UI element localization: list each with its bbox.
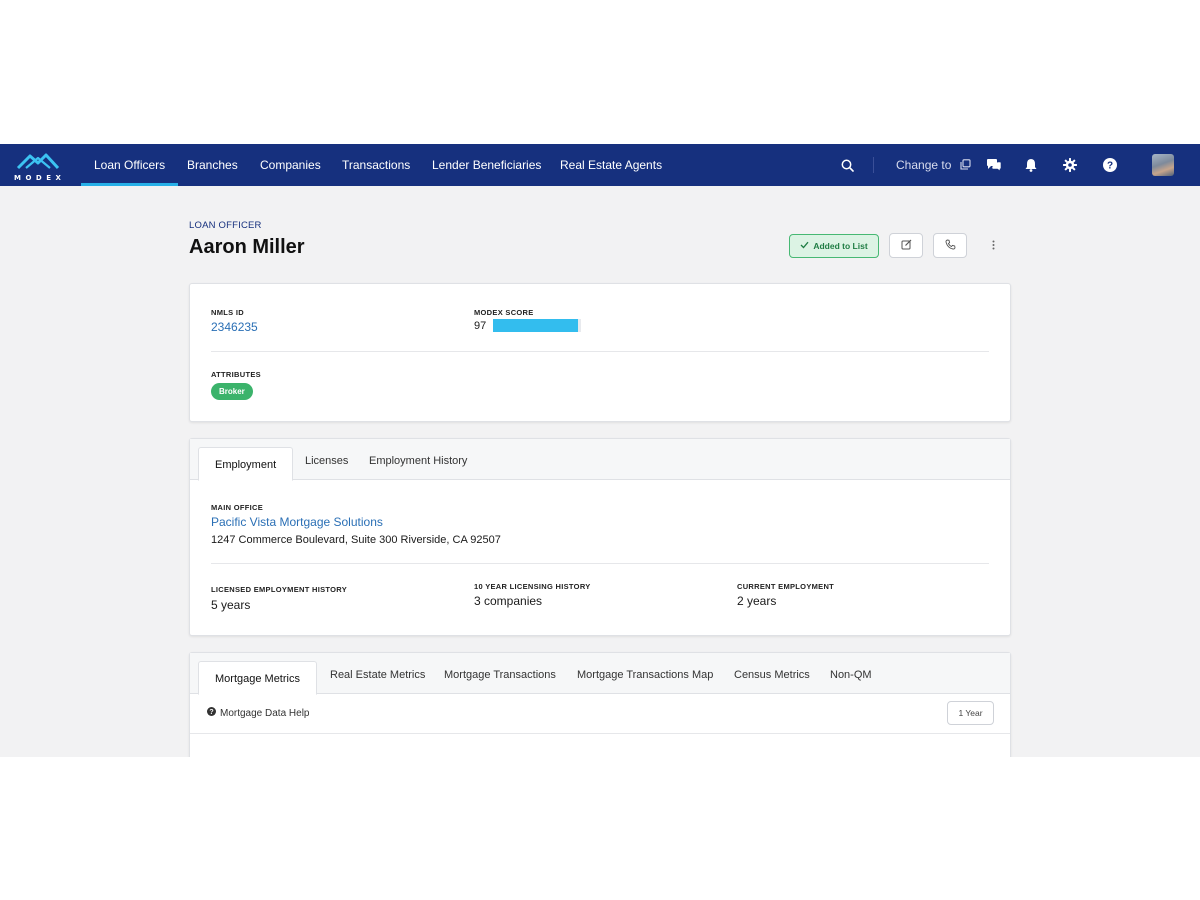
bell-icon[interactable]	[1021, 155, 1041, 175]
change-to-button[interactable]: Change to	[896, 144, 971, 186]
summary-card: NMLS ID 2346235 MODEX SCORE 97 ATTRIBUTE…	[189, 283, 1011, 422]
modex-score-bar	[493, 319, 581, 332]
copy-icon	[960, 145, 971, 187]
licensed-employment-history-value: 5 years	[211, 598, 251, 612]
tab-non-qm[interactable]: Non-QM	[830, 653, 872, 694]
period-select-button[interactable]: 1 Year	[947, 701, 994, 725]
tab-census-metrics[interactable]: Census Metrics	[734, 653, 810, 694]
page-title: Aaron Miller	[189, 236, 305, 258]
nav-loan-officers[interactable]: Loan Officers	[80, 144, 179, 186]
metrics-card: Mortgage Metrics Real Estate Metrics Mor…	[189, 652, 1011, 757]
licensing-history-value: 3 companies	[474, 594, 543, 608]
gear-icon[interactable]	[1060, 155, 1080, 175]
user-avatar[interactable]	[1152, 154, 1174, 176]
help-circle-icon: ?	[207, 707, 216, 719]
nav-companies[interactable]: Companies	[260, 144, 321, 186]
office-name-link[interactable]: Pacific Vista Mortgage Solutions	[211, 515, 383, 529]
current-employment-value: 2 years	[737, 594, 777, 608]
employment-tabbar: Employment Licenses Employment History	[190, 439, 1010, 481]
modex-logo[interactable]: MODEX	[14, 150, 62, 182]
current-employment-label: CURRENT EMPLOYMENT	[737, 582, 835, 591]
edit-button[interactable]	[889, 233, 923, 258]
nmls-id-link[interactable]: 2346235	[211, 320, 258, 334]
divider	[190, 733, 1010, 734]
edit-icon	[901, 237, 912, 255]
mountain-logo-icon	[16, 153, 60, 170]
nmls-label: NMLS ID	[211, 308, 244, 317]
mortgage-data-help-link[interactable]: ? Mortgage Data Help	[207, 707, 310, 719]
search-icon[interactable]	[837, 155, 857, 175]
nav-transactions[interactable]: Transactions	[342, 144, 410, 186]
top-nav: MODEX Loan Officers Branches Companies T…	[0, 144, 1200, 186]
call-button[interactable]	[933, 233, 967, 258]
nav-real-estate-agents[interactable]: Real Estate Agents	[560, 144, 662, 186]
help-icon[interactable]: ?	[1100, 155, 1120, 175]
broker-badge: Broker	[211, 383, 253, 400]
tab-licenses[interactable]: Licenses	[305, 439, 348, 480]
tab-real-estate-metrics[interactable]: Real Estate Metrics	[330, 653, 425, 694]
attributes-label: ATTRIBUTES	[211, 370, 261, 379]
more-options-icon[interactable]	[985, 237, 1001, 253]
tab-employment-history[interactable]: Employment History	[369, 439, 467, 480]
tab-mortgage-metrics[interactable]: Mortgage Metrics	[198, 661, 317, 695]
tab-employment[interactable]: Employment	[198, 447, 294, 481]
app-window: MODEX Loan Officers Branches Companies T…	[0, 144, 1200, 757]
modex-score-fill	[493, 319, 579, 332]
change-to-label: Change to	[896, 158, 952, 172]
divider	[211, 563, 989, 564]
licensed-employment-history-label: LICENSED EMPLOYMENT HISTORY	[211, 585, 348, 594]
logo-text: MODEX	[14, 174, 66, 182]
divider	[211, 351, 989, 352]
mortgage-data-help-label: Mortgage Data Help	[220, 707, 310, 719]
chat-icon[interactable]	[984, 155, 1004, 175]
office-address: 1247 Commerce Boulevard, Suite 300 River…	[211, 534, 501, 546]
nav-lender-beneficiaries[interactable]: Lender Beneficiaries	[432, 144, 541, 186]
metrics-tabbar: Mortgage Metrics Real Estate Metrics Mor…	[190, 653, 1010, 695]
added-to-list-label: Added to List	[813, 241, 868, 251]
modex-score-value: 97	[474, 320, 487, 332]
main-office-label: MAIN OFFICE	[211, 503, 264, 512]
tab-mortgage-transactions[interactable]: Mortgage Transactions	[444, 653, 556, 694]
nav-divider	[873, 157, 874, 173]
phone-icon	[945, 237, 956, 255]
svg-text:?: ?	[1107, 161, 1113, 172]
licensing-history-label: 10 YEAR LICENSING HISTORY	[474, 582, 591, 591]
check-icon	[800, 241, 809, 251]
nav-branches[interactable]: Branches	[187, 144, 238, 186]
page-kicker: LOAN OFFICER	[189, 220, 262, 231]
svg-text:?: ?	[209, 709, 213, 716]
added-to-list-button[interactable]: Added to List	[789, 234, 879, 258]
tab-mortgage-transactions-map[interactable]: Mortgage Transactions Map	[577, 653, 713, 694]
modex-score-label: MODEX SCORE	[474, 308, 534, 317]
employment-card: Employment Licenses Employment History M…	[189, 438, 1011, 636]
